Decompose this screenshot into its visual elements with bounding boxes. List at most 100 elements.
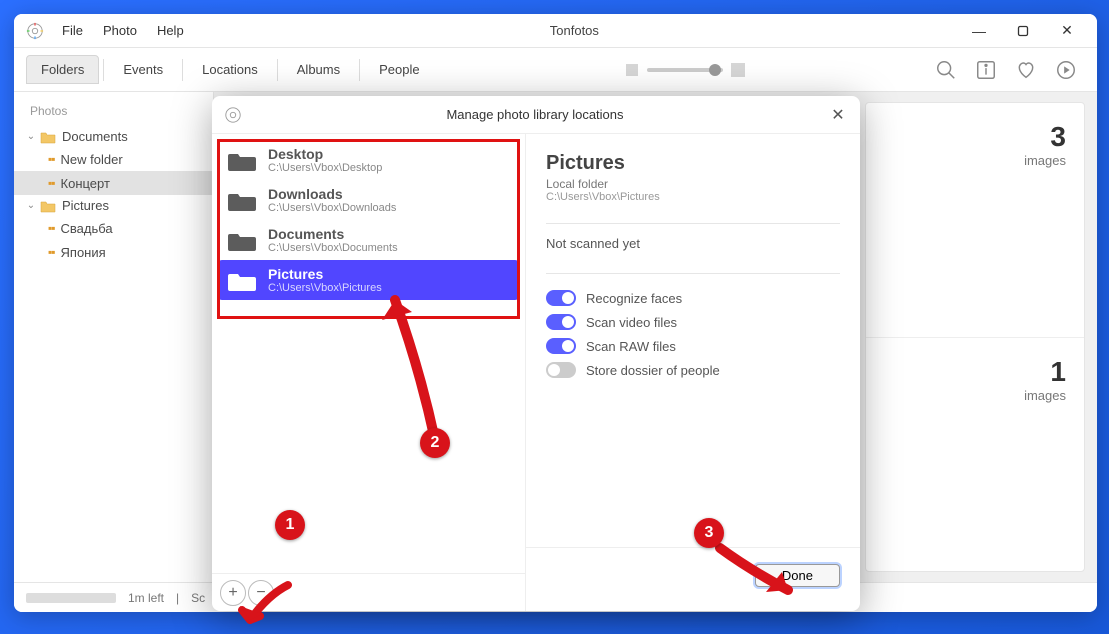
toggle-scan-raw[interactable]: Scan RAW files — [546, 334, 840, 358]
remove-location-button[interactable]: − — [248, 580, 274, 606]
summary-card: 3 images 1 images — [865, 102, 1085, 572]
titlebar: File Photo Help Tonfotos — ✕ — [14, 14, 1097, 48]
search-icon[interactable] — [935, 59, 957, 81]
image-count: 1 — [1050, 356, 1066, 388]
location-details-pane: Pictures Local folder C:\Users\Vbox\Pict… — [526, 134, 860, 611]
chevron-down-icon: ⌄ — [26, 131, 36, 142]
heart-icon[interactable] — [1015, 59, 1037, 81]
status-scan: Sc — [191, 591, 205, 605]
thumbs-icon: ▪▪ — [48, 221, 55, 235]
subfolder-wedding[interactable]: ▪▪ Свадьба — [14, 216, 213, 240]
dialog-close-button[interactable]: ✕ — [828, 105, 848, 125]
location-name: Documents — [268, 226, 398, 242]
toggle-switch-icon — [546, 290, 576, 306]
info-icon[interactable] — [975, 59, 997, 81]
tab-locations[interactable]: Locations — [187, 55, 273, 84]
toggle-store-dossier[interactable]: Store dossier of people — [546, 358, 840, 382]
location-list-footer: + − — [212, 573, 525, 611]
location-item-documents[interactable]: Documents C:\Users\Vbox\Documents — [218, 220, 519, 260]
view-tabs: Folders Events Locations Albums People — [26, 55, 435, 84]
subfolder-concert[interactable]: ▪▪ Концерт — [14, 171, 213, 195]
menu-file[interactable]: File — [54, 19, 91, 42]
sidebar-title: Photos — [14, 104, 213, 126]
done-button[interactable]: Done — [755, 564, 840, 587]
toggle-switch-icon — [546, 338, 576, 354]
details-path: C:\Users\Vbox\Pictures — [546, 191, 840, 203]
close-button[interactable]: ✕ — [1045, 16, 1089, 46]
subfolder-japan[interactable]: ▪▪ Япония — [14, 240, 213, 264]
dialog-titlebar: Manage photo library locations ✕ — [212, 96, 860, 134]
folder-documents[interactable]: ⌄ Documents — [14, 126, 213, 147]
dialog-title: Manage photo library locations — [242, 107, 828, 122]
toggle-label: Recognize faces — [586, 291, 682, 306]
add-location-button[interactable]: + — [220, 580, 246, 606]
maximize-button[interactable] — [1001, 16, 1045, 46]
location-path: C:\Users\Vbox\Downloads — [268, 202, 396, 214]
toggle-switch-icon — [546, 362, 576, 378]
tab-folders[interactable]: Folders — [26, 55, 99, 84]
toggle-label: Scan RAW files — [586, 339, 676, 354]
location-item-pictures[interactable]: Pictures C:\Users\Vbox\Pictures — [218, 260, 519, 300]
folder-icon — [228, 268, 256, 292]
menu-help[interactable]: Help — [149, 19, 192, 42]
details-scan-status: Not scanned yet — [546, 236, 840, 251]
image-count-label: images — [1024, 153, 1066, 168]
toolbar: Folders Events Locations Albums People — [14, 48, 1097, 92]
location-name: Desktop — [268, 146, 382, 162]
location-list: Desktop C:\Users\Vbox\Desktop Downloads … — [212, 134, 525, 306]
summary-section-bottom: 1 images — [866, 337, 1084, 572]
folder-icon — [40, 199, 56, 213]
location-item-downloads[interactable]: Downloads C:\Users\Vbox\Downloads — [218, 180, 519, 220]
toolbar-icons-right — [935, 59, 1085, 81]
subfolder-label: Свадьба — [61, 221, 113, 236]
thumbs-icon: ▪▪ — [48, 176, 55, 190]
toggle-switch-icon — [546, 314, 576, 330]
thumb-large-icon — [731, 63, 745, 77]
folder-icon — [228, 148, 256, 172]
status-time-left: 1m left — [128, 591, 164, 605]
tab-albums[interactable]: Albums — [282, 55, 355, 84]
folder-pictures[interactable]: ⌄ Pictures — [14, 195, 213, 216]
menu-photo[interactable]: Photo — [95, 19, 145, 42]
toggle-recognize-faces[interactable]: Recognize faces — [546, 286, 840, 310]
menu-bar: File Photo Help — [54, 19, 192, 42]
location-list-pane: Desktop C:\Users\Vbox\Desktop Downloads … — [212, 134, 526, 611]
manage-locations-dialog: Manage photo library locations ✕ Desktop… — [212, 96, 860, 611]
dialog-body: Desktop C:\Users\Vbox\Desktop Downloads … — [212, 134, 860, 611]
app-logo-icon — [26, 22, 44, 40]
divider — [546, 223, 840, 224]
folder-sidebar: Photos ⌄ Documents ▪▪ New folder ▪▪ Конц… — [14, 92, 214, 582]
location-path: C:\Users\Vbox\Documents — [268, 242, 398, 254]
folder-label: Pictures — [60, 198, 109, 213]
window-title: Tonfotos — [192, 23, 957, 38]
thumb-small-icon — [625, 63, 639, 77]
folder-label: Documents — [60, 129, 128, 144]
toggle-label: Scan video files — [586, 315, 677, 330]
location-item-desktop[interactable]: Desktop C:\Users\Vbox\Desktop — [218, 140, 519, 180]
subfolder-new-folder[interactable]: ▪▪ New folder — [14, 147, 213, 171]
subfolder-label: New folder — [61, 152, 123, 167]
tab-people[interactable]: People — [364, 55, 434, 84]
tab-events[interactable]: Events — [108, 55, 178, 84]
details-type: Local folder — [546, 177, 840, 191]
folder-icon — [228, 188, 256, 212]
summary-section-top: 3 images — [866, 103, 1084, 337]
subfolder-label: Концерт — [61, 176, 110, 191]
zoom-slider[interactable] — [647, 68, 723, 72]
zoom-control — [435, 63, 935, 77]
play-icon[interactable] — [1055, 59, 1077, 81]
subfolder-label: Япония — [61, 245, 106, 260]
divider — [546, 273, 840, 274]
chevron-down-icon: ⌄ — [26, 200, 36, 211]
window-controls: — ✕ — [957, 16, 1089, 46]
location-path: C:\Users\Vbox\Pictures — [268, 282, 382, 294]
minimize-button[interactable]: — — [957, 16, 1001, 46]
annotation-bubble-3: 3 — [694, 518, 724, 548]
folder-icon — [40, 130, 56, 144]
progress-bar — [26, 593, 116, 603]
location-name: Pictures — [268, 266, 382, 282]
annotation-bubble-1: 1 — [275, 510, 305, 540]
location-path: C:\Users\Vbox\Desktop — [268, 162, 382, 174]
details-name: Pictures — [546, 152, 840, 175]
toggle-scan-video[interactable]: Scan video files — [546, 310, 840, 334]
